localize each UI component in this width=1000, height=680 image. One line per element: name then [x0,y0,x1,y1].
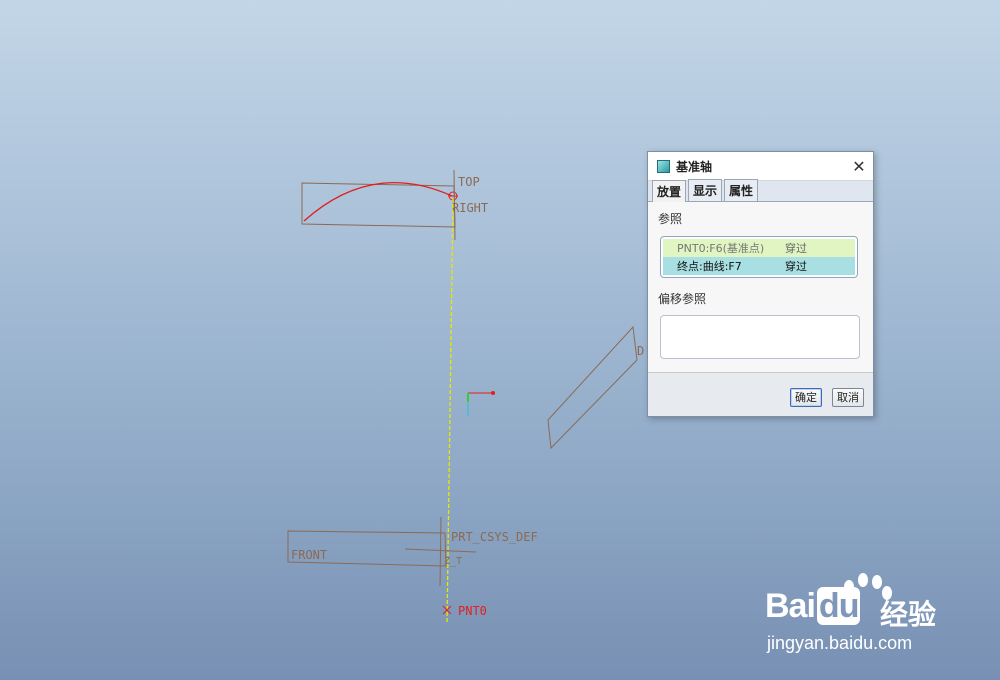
reference-row[interactable]: PNT0:F6(基准点) 穿过 [663,239,855,257]
tab-display[interactable]: 显示 [688,179,723,201]
tab-placement[interactable]: 放置 [652,180,687,202]
datum-axis-icon [657,159,670,173]
top-plane-label: TOP [458,175,480,189]
jingyan-text: 经验 [880,598,937,631]
placement-panel: 参照 PNT0:F6(基准点) 穿过 终点:曲线:F7 穿过 偏移参照 [648,202,873,373]
sketched-curve[interactable] [303,182,453,222]
ok-button[interactable]: 确定 [790,388,822,407]
datum-axis-dialog: 基准轴 ✕ 放置 显示 属性 参照 PNT0:F6(基准点) 穿过 终点:曲线:… [647,151,874,417]
pnt0-label: PNT0 [458,604,487,618]
baidu-logo-text: Bai du [765,587,861,625]
right-plane-label: RIGHT [452,201,488,215]
d-plane-label: D [637,344,644,358]
close-icon[interactable]: ✕ [845,152,873,180]
offset-references-label: 偏移参照 [658,292,707,306]
csys-triad-icon [467,391,495,416]
dialog-tabs: 放置 显示 属性 [648,179,873,202]
baidu-jingyan-watermark: Bai du 经验 jingyan.baidu.com [765,573,955,663]
dialog-title: 基准轴 [676,159,713,174]
dialog-titlebar[interactable]: 基准轴 ✕ [648,152,873,181]
reference-name: PNT0:F6(基准点) [677,242,765,255]
tab-properties[interactable]: 属性 [724,179,759,201]
dialog-footer: 确定 取消 [648,373,873,416]
csys-label: PRT_CSYS_DEF [451,530,538,544]
reference-constraint[interactable]: 穿过 [785,258,807,274]
reference-name: 终点:曲线:F7 [677,260,742,273]
cancel-button[interactable]: 取消 [832,388,864,407]
references-label: 参照 [658,212,683,226]
watermark-url: jingyan.baidu.com [767,633,913,653]
csys-axis-mark: Z_T [444,556,462,567]
reference-constraint[interactable]: 穿过 [785,240,807,256]
offset-references-list[interactable] [660,315,860,359]
datum-plane-d[interactable] [547,325,638,450]
references-list[interactable]: PNT0:F6(基准点) 穿过 终点:曲线:F7 穿过 [660,236,858,278]
right-plane-lower-edge [439,516,442,587]
front-plane-label: FRONT [291,548,327,562]
reference-row[interactable]: 终点:曲线:F7 穿过 [663,257,855,275]
